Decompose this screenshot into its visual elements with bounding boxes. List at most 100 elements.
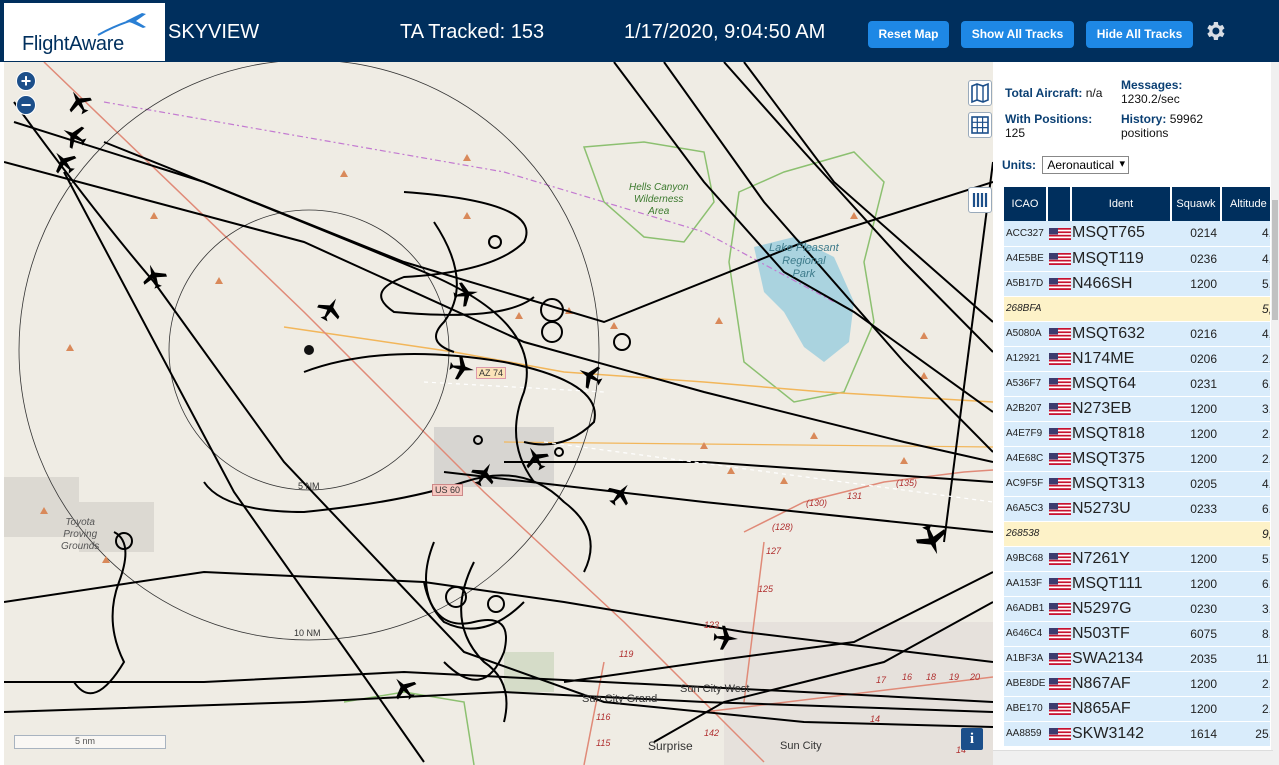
table-row[interactable]: A9BC68 N7261Y12005,800 [1004, 546, 1270, 572]
toggle-sidebar-button[interactable] [968, 187, 992, 213]
icao-cell: ACC327 [1004, 221, 1047, 247]
road-number: 18 [926, 672, 937, 682]
table-row[interactable]: A5B17D N466SH12005,600 [1004, 271, 1270, 297]
flag-cell [1047, 446, 1071, 472]
road-number: 125 [758, 584, 774, 594]
altitude-cell: 4,800 [1221, 321, 1270, 347]
hide-all-tracks-button[interactable]: Hide All Tracks [1086, 21, 1193, 48]
table-row[interactable]: A6ADB1 N5297G02303,400 [1004, 596, 1270, 622]
toyota-proving-grounds-label: Toyota Proving Grounds [61, 517, 100, 552]
map-layers-button[interactable] [968, 80, 992, 106]
icao-cell: A5080A [1004, 321, 1047, 347]
icao-cell: AA8859 [1004, 721, 1047, 747]
table-row[interactable]: AA8859 SKW3142161425,175 [1004, 721, 1270, 747]
col-header-squawk[interactable]: Squawk [1171, 187, 1222, 221]
sidebar-scrollbar-thumb[interactable] [1272, 200, 1278, 320]
altitude-cell: 3,400 [1221, 596, 1270, 622]
icao-cell: A4E68C [1004, 446, 1047, 472]
gear-icon[interactable] [1203, 19, 1227, 43]
flag-cell [1047, 346, 1071, 372]
altitude-cell: 2,100 [1221, 346, 1270, 372]
units-select[interactable]: Aeronautical [1042, 156, 1130, 174]
road-number: 119 [619, 649, 634, 659]
us-flag-icon [1049, 378, 1071, 391]
map-canvas [4, 62, 993, 765]
squawk-cell: 0230 [1171, 596, 1221, 622]
squawk-cell: 0231 [1171, 371, 1221, 397]
az74-shield: AZ 74 [476, 367, 507, 379]
table-row[interactable]: A4E7F9 MSQT81812002,300 [1004, 421, 1270, 447]
table-row[interactable]: ABE8DE N867AF12002,400 [1004, 671, 1270, 697]
messages-value: 1230.2/sec [1121, 92, 1180, 106]
flag-cell [1047, 571, 1071, 597]
reset-map-button[interactable]: Reset Map [868, 21, 949, 48]
table-row[interactable]: ABE170 N865AF12002,000 [1004, 696, 1270, 722]
squawk-cell: 1200 [1171, 671, 1221, 697]
table-row[interactable]: AA153F MSQT11112006,325 [1004, 571, 1270, 597]
altitude-cell: 9,725 [1221, 521, 1270, 547]
road-number: 116 [596, 712, 611, 722]
table-row[interactable]: A6A5C3 N5273U02336,200 [1004, 496, 1270, 522]
history-stat: History: 59962 positions [1121, 112, 1203, 140]
ident-cell: N174ME [1071, 346, 1171, 372]
table-row[interactable]: AC9F5F MSQT31302054,600 [1004, 471, 1270, 497]
ident-cell: MSQT64 [1071, 371, 1171, 397]
flag-cell [1047, 421, 1071, 447]
icao-cell: A2B207 [1004, 396, 1047, 422]
range-ring-10nm-label: 10 NM [294, 628, 321, 638]
table-row[interactable]: A536F7 MSQT6402316,300 [1004, 371, 1270, 397]
squawk-cell: 1200 [1171, 696, 1221, 722]
table-row[interactable]: ACC327 MSQT76502144,400 [1004, 221, 1270, 247]
tracked-count: TA Tracked: 153 [400, 21, 545, 43]
col-header-ident[interactable]: Ident [1071, 187, 1172, 221]
table-row[interactable]: A646C4 N503TF60758,700 [1004, 621, 1270, 647]
surprise-label: Surprise [648, 739, 693, 753]
col-header-altitude[interactable]: Altitude (ft) [1221, 187, 1270, 221]
messages-label: Messages: [1121, 78, 1183, 92]
squawk-cell: 1200 [1171, 271, 1221, 297]
map-view[interactable]: Hells Canyon Wilderness Area Lake Pleasa… [4, 62, 993, 765]
us-flag-icon [1049, 578, 1071, 591]
grid-icon [971, 116, 989, 134]
ident-cell [1071, 521, 1171, 547]
aircraft-table-container[interactable]: ICAO Ident Squawk Altitude (ft) ACC327 MS… [1004, 187, 1270, 765]
zoom-out-button[interactable]: − [16, 95, 36, 115]
zoom-in-button[interactable]: + [16, 71, 36, 91]
squawk-cell: 0206 [1171, 346, 1221, 372]
col-header-flag[interactable] [1047, 187, 1072, 221]
table-row[interactable]: 268BFA 5,950 [1004, 296, 1270, 322]
us-flag-icon [1049, 428, 1071, 441]
col-header-icao[interactable]: ICAO [1004, 187, 1048, 221]
table-row[interactable]: A4E5BE MSQT11902364,300 [1004, 246, 1270, 272]
us-flag-icon [1049, 278, 1071, 291]
table-row[interactable]: A12921 N174ME02062,100 [1004, 346, 1270, 372]
ident-cell: MSQT313 [1071, 471, 1171, 497]
ident-cell: MSQT765 [1071, 221, 1171, 247]
us-flag-icon [1049, 678, 1071, 691]
hells-canyon-label: Hells Canyon Wilderness Area [629, 182, 689, 217]
table-row[interactable]: 268538 9,725 [1004, 521, 1270, 547]
ident-cell: MSQT632 [1071, 321, 1171, 347]
show-all-tracks-button[interactable]: Show All Tracks [961, 21, 1074, 48]
history-value: 59962 [1169, 112, 1204, 126]
flightaware-logo[interactable]: FlightAware [4, 3, 165, 61]
table-row[interactable]: A5080A MSQT63202164,800 [1004, 321, 1270, 347]
table-row[interactable]: A1BF3A SWA2134203511,575 [1004, 646, 1270, 672]
squawk-cell: 1614 [1171, 721, 1221, 747]
table-row[interactable]: A4E68C MSQT37512002,900 [1004, 446, 1270, 472]
grid-toggle-button[interactable] [968, 112, 992, 138]
info-button[interactable]: i [961, 728, 983, 750]
table-row[interactable]: A2B207 N273EB12003,700 [1004, 396, 1270, 422]
altitude-cell: 4,400 [1221, 221, 1270, 247]
messages-stat: Messages: 1230.2/sec [1121, 78, 1182, 106]
icao-cell: A646C4 [1004, 621, 1047, 647]
table-header-row: ICAO Ident Squawk Altitude (ft) [1004, 187, 1270, 221]
skyview-app: FlightAware SKYVIEW TA Tracked: 153 1/17… [0, 0, 1279, 765]
flag-cell [1047, 371, 1071, 397]
units-row: Units: Aeronautical [1002, 156, 1130, 174]
total-aircraft-value: n/a [1085, 86, 1103, 100]
road-number: 16 [902, 672, 913, 682]
icao-cell: A4E5BE [1004, 246, 1047, 272]
sidebar-scrollbar[interactable] [1271, 62, 1279, 765]
table-horizontal-scrollbar[interactable] [993, 750, 1273, 765]
